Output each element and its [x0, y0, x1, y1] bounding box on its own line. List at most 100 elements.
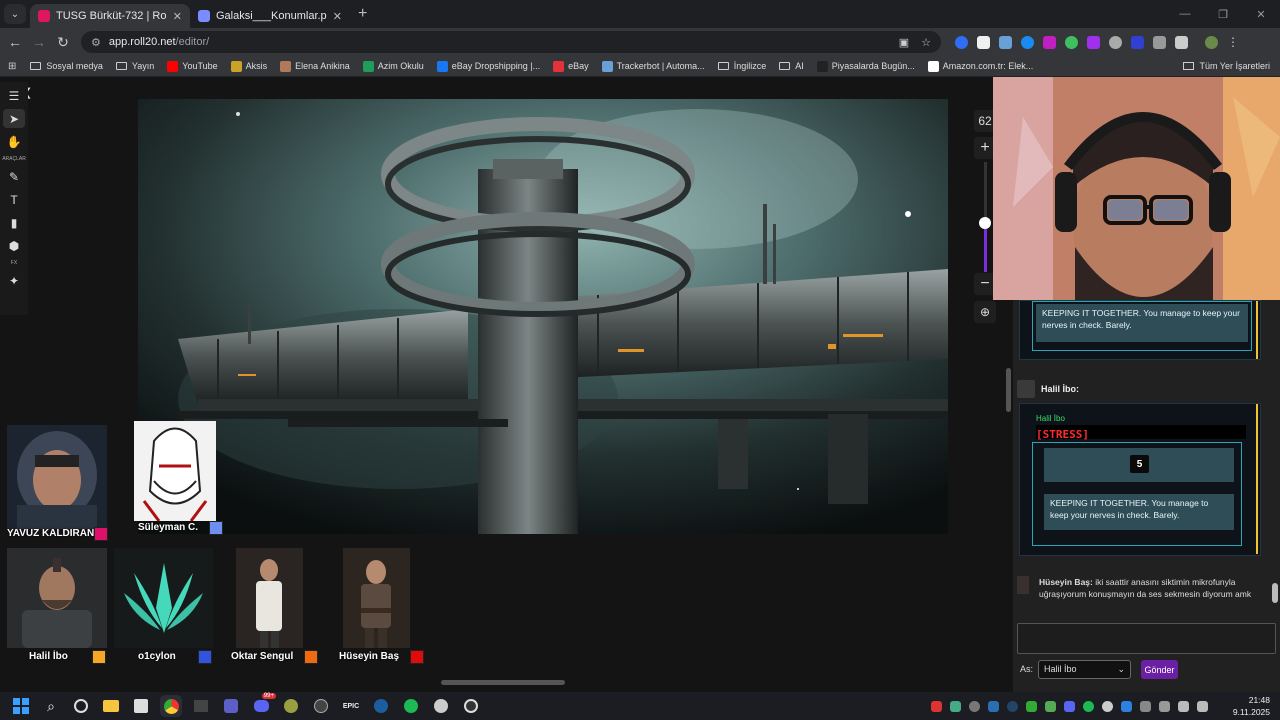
bookmark-item[interactable]: Aksis: [230, 60, 267, 72]
tray-app-icon[interactable]: [931, 700, 942, 712]
bookmark-item[interactable]: eBay: [553, 60, 589, 72]
tab-galaksi[interactable]: Galaksi___Konumlar.png (2970× ✕: [190, 4, 350, 28]
bookmark-item[interactable]: Trackerbot | Automa...: [601, 60, 705, 72]
back-icon[interactable]: ←: [3, 34, 27, 50]
tray-mic-icon[interactable]: [1159, 700, 1170, 712]
app-circle-icon[interactable]: [310, 695, 332, 717]
text-icon[interactable]: T: [3, 190, 25, 209]
bookmark-star-icon[interactable]: ☆: [921, 36, 931, 49]
map-image-space-station[interactable]: [138, 99, 948, 534]
bookmark-item[interactable]: Yayın: [115, 61, 154, 71]
tray-spotify-icon[interactable]: [1083, 700, 1094, 712]
system-clock[interactable]: 21:48 9.11.2025: [1233, 694, 1270, 718]
zoom-slider-track[interactable]: [979, 162, 991, 272]
obs-icon[interactable]: [70, 695, 92, 717]
extensions-puzzle-icon[interactable]: [1175, 35, 1188, 49]
bookmark-item[interactable]: İngilizce: [717, 61, 766, 71]
player-avatar-suleyman[interactable]: [134, 421, 216, 521]
discord-icon[interactable]: 99+: [250, 693, 276, 717]
select-pointer-icon[interactable]: ➤: [3, 109, 25, 128]
bookmark-item[interactable]: eBay Dropshipping |...: [436, 60, 540, 72]
pan-hand-icon[interactable]: ✋: [3, 132, 25, 151]
xbox-icon[interactable]: [430, 695, 452, 717]
player-color-swatch[interactable]: [209, 521, 223, 535]
spotify-icon[interactable]: [400, 695, 422, 717]
close-tab-icon[interactable]: ✕: [333, 10, 342, 23]
extension-notion-icon[interactable]: [977, 35, 990, 49]
file-explorer-icon[interactable]: [100, 695, 122, 717]
tray-app-icon[interactable]: [1102, 700, 1113, 712]
tray-app-icon[interactable]: [1121, 700, 1132, 712]
bookmark-item[interactable]: YouTube: [167, 60, 218, 72]
center-view-icon[interactable]: ⊕: [974, 301, 996, 323]
extension-pink-icon[interactable]: [1043, 35, 1056, 49]
app-green-icon[interactable]: [280, 695, 302, 717]
extension-badge-icon[interactable]: [1131, 35, 1144, 49]
bookmark-item[interactable]: Elena Anikina: [280, 60, 350, 72]
bookmark-item[interactable]: Piyasalarda Bugün...: [816, 60, 915, 72]
restore-icon[interactable]: ❐: [1204, 8, 1242, 21]
speak-as-select[interactable]: Halil İbo ⌄: [1038, 660, 1131, 679]
chrome-icon[interactable]: [160, 695, 182, 717]
reload-icon[interactable]: ↻: [51, 34, 75, 51]
terminal-icon[interactable]: [190, 695, 212, 717]
all-bookmarks-folder[interactable]: Tüm Yer İşaretleri: [1183, 61, 1270, 71]
bookmark-item[interactable]: Sosyal medya: [30, 61, 103, 71]
cast-off-icon[interactable]: ▣: [899, 36, 909, 49]
tray-app-icon[interactable]: [1007, 700, 1018, 712]
teams-icon[interactable]: [220, 695, 242, 717]
new-tab-button[interactable]: +: [358, 5, 367, 23]
bookmark-item[interactable]: Amazon.com.tr: Elek...: [927, 60, 1033, 72]
store-icon[interactable]: [130, 695, 152, 717]
chat-input[interactable]: [1017, 623, 1276, 654]
address-bar[interactable]: ⚙ app.roll20.net/editor/ ▣ ☆: [81, 31, 941, 53]
extension-grey-icon[interactable]: [1109, 35, 1122, 49]
send-button[interactable]: Gönder: [1141, 660, 1178, 679]
extension-doc-icon[interactable]: [1153, 35, 1166, 49]
windows-start-icon[interactable]: [10, 695, 32, 717]
extension-purple-icon[interactable]: [1087, 35, 1100, 49]
eraser-icon[interactable]: ▮: [3, 213, 25, 232]
extension-green-icon[interactable]: [1065, 35, 1078, 49]
search-icon[interactable]: ⌕: [40, 695, 62, 717]
extension-translate-icon[interactable]: [999, 35, 1012, 49]
chat-scrollbar[interactable]: [1272, 583, 1278, 603]
canvas-horizontal-scrollbar[interactable]: [441, 680, 565, 685]
steam-icon[interactable]: [370, 695, 392, 717]
tray-discord-icon[interactable]: [1064, 700, 1075, 712]
bookmark-item[interactable]: Azim Okulu: [362, 60, 424, 72]
player-avatar-o1cylon[interactable]: [114, 548, 213, 648]
player-avatar-yavuz[interactable]: [7, 425, 107, 529]
tray-app-icon[interactable]: [969, 700, 980, 712]
tray-volume-icon[interactable]: [1178, 700, 1189, 712]
tray-play-icon[interactable]: [1026, 700, 1037, 712]
player-avatar-huseyin[interactable]: [343, 548, 410, 648]
extension-blue-icon[interactable]: [1021, 35, 1034, 49]
profile-avatar[interactable]: [1205, 35, 1218, 49]
wand-icon[interactable]: ✦: [3, 271, 25, 290]
minimize-icon[interactable]: —: [1166, 8, 1204, 20]
player-avatar-halil[interactable]: [7, 548, 107, 648]
dice-icon[interactable]: ⬢: [3, 236, 25, 255]
tray-battery-icon[interactable]: [1197, 700, 1208, 712]
tab-search-button[interactable]: ⌄: [4, 4, 26, 24]
menu-icon[interactable]: ☰: [3, 86, 25, 105]
epic-games-icon[interactable]: EPIC: [340, 695, 362, 717]
player-color-swatch[interactable]: [198, 650, 212, 664]
apps-grid-icon[interactable]: ⊞: [8, 61, 16, 72]
tray-app-icon[interactable]: [950, 700, 961, 712]
tab-roll20[interactable]: TUSG Bürküt-732 | Roll20 ✕: [30, 4, 190, 28]
tray-steam-icon[interactable]: [988, 700, 999, 712]
tray-network-icon[interactable]: [1140, 700, 1151, 712]
zoom-slider-handle[interactable]: [979, 216, 991, 229]
bookmark-item[interactable]: AI: [779, 61, 804, 71]
browser-menu-icon[interactable]: ⋮: [1227, 35, 1239, 49]
extension-voice-icon[interactable]: [955, 35, 968, 49]
player-avatar-oktar[interactable]: [236, 548, 303, 648]
obs-studio-icon[interactable]: [460, 695, 482, 717]
forward-icon[interactable]: →: [27, 34, 51, 50]
close-tab-icon[interactable]: ✕: [173, 10, 182, 23]
canvas-vertical-scrollbar[interactable]: [1006, 368, 1011, 412]
player-color-swatch[interactable]: [304, 650, 318, 664]
player-color-swatch[interactable]: [92, 650, 106, 664]
